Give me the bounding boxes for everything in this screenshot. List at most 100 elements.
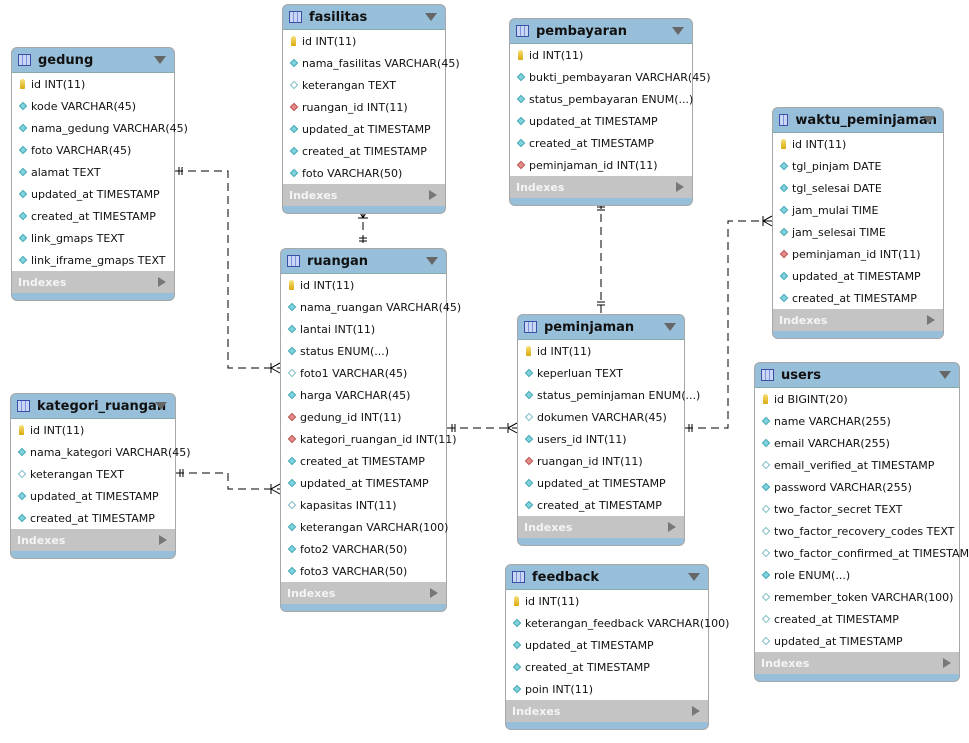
indexes-section[interactable]: Indexes xyxy=(510,176,692,198)
field-row[interactable]: id BIGINT(20) xyxy=(755,388,959,410)
table-kategori-ruangan[interactable]: kategori_ruangan id INT(11) nama_kategori … xyxy=(10,393,191,559)
field-row[interactable]: two_factor_confirmed_at TIMESTAMP xyxy=(755,542,969,564)
field-row[interactable]: two_factor_recovery_codes TEXT xyxy=(755,520,959,542)
table-header[interactable]: gedung xyxy=(12,48,174,72)
field-row[interactable]: link_iframe_gmaps TEXT xyxy=(12,249,174,271)
field-row[interactable]: email_verified_at TIMESTAMP xyxy=(755,454,959,476)
expand-arrow-icon[interactable] xyxy=(159,535,167,545)
field-row[interactable]: created_at TIMESTAMP xyxy=(11,507,175,529)
collapse-arrow-icon[interactable] xyxy=(155,402,167,410)
field-row[interactable]: gedung_id INT(11) xyxy=(281,406,446,428)
field-row[interactable]: updated_at TIMESTAMP xyxy=(506,634,708,656)
indexes-section[interactable]: Indexes xyxy=(283,184,445,206)
field-row[interactable]: id INT(11) xyxy=(11,419,175,441)
indexes-section[interactable]: Indexes xyxy=(11,529,175,551)
field-row[interactable]: created_at TIMESTAMP xyxy=(773,287,943,309)
expand-arrow-icon[interactable] xyxy=(692,706,700,716)
field-row[interactable]: keterangan_feedback VARCHAR(100) xyxy=(506,612,729,634)
field-row[interactable]: kapasitas INT(11) xyxy=(281,494,446,516)
table-gedung[interactable]: gedung id INT(11) kode VARCHAR(45) nama_ged… xyxy=(11,47,188,301)
field-row[interactable]: remember_token VARCHAR(100) xyxy=(755,586,959,608)
table-pembayaran[interactable]: pembayaran id INT(11) bukti_pembayaran VAR… xyxy=(509,18,711,206)
field-row[interactable]: nama_fasilitas VARCHAR(45) xyxy=(283,52,460,74)
field-row[interactable]: alamat TEXT xyxy=(12,161,174,183)
expand-arrow-icon[interactable] xyxy=(429,190,437,200)
table-feedback[interactable]: feedback id INT(11) keterangan_feedback VA… xyxy=(505,564,729,730)
field-row[interactable]: updated_at TIMESTAMP xyxy=(11,485,175,507)
field-row[interactable]: updated_at TIMESTAMP xyxy=(12,183,174,205)
collapse-arrow-icon[interactable] xyxy=(664,323,676,331)
field-row[interactable]: peminjaman_id INT(11) xyxy=(510,154,692,176)
expand-arrow-icon[interactable] xyxy=(158,277,166,287)
field-row[interactable]: keterangan TEXT xyxy=(11,463,175,485)
indexes-section[interactable]: Indexes xyxy=(281,582,446,604)
field-row[interactable]: peminjaman_id INT(11) xyxy=(773,243,943,265)
table-users[interactable]: users id BIGINT(20) name VARCHAR(255) email… xyxy=(754,362,969,682)
table-waktu-peminjaman[interactable]: waktu_peminjaman id INT(11) tgl_pinjam DAT… xyxy=(772,107,944,339)
field-row[interactable]: keperluan TEXT xyxy=(518,362,684,384)
field-row[interactable]: created_at TIMESTAMP xyxy=(12,205,174,227)
indexes-section[interactable]: Indexes xyxy=(12,271,174,293)
collapse-arrow-icon[interactable] xyxy=(688,573,700,581)
field-row[interactable]: jam_selesai TIME xyxy=(773,221,943,243)
table-header[interactable]: feedback xyxy=(506,565,708,589)
field-row[interactable]: tgl_selesai DATE xyxy=(773,177,943,199)
field-row[interactable]: updated_at TIMESTAMP xyxy=(283,118,445,140)
field-row[interactable]: foto3 VARCHAR(50) xyxy=(281,560,446,582)
field-row[interactable]: updated_at TIMESTAMP xyxy=(773,265,943,287)
field-row[interactable]: id INT(11) xyxy=(510,44,692,66)
collapse-arrow-icon[interactable] xyxy=(426,257,438,265)
table-header[interactable]: fasilitas xyxy=(283,5,445,29)
indexes-section[interactable]: Indexes xyxy=(755,652,959,674)
field-row[interactable]: jam_mulai TIME xyxy=(773,199,943,221)
field-row[interactable]: status ENUM(...) xyxy=(281,340,446,362)
field-row[interactable]: email VARCHAR(255) xyxy=(755,432,959,454)
field-row[interactable]: tgl_pinjam DATE xyxy=(773,155,943,177)
field-row[interactable]: name VARCHAR(255) xyxy=(755,410,959,432)
field-row[interactable]: role ENUM(...) xyxy=(755,564,959,586)
field-row[interactable]: dokumen VARCHAR(45) xyxy=(518,406,684,428)
expand-arrow-icon[interactable] xyxy=(430,588,438,598)
field-row[interactable]: id INT(11) xyxy=(518,340,684,362)
field-row[interactable]: bukti_pembayaran VARCHAR(45) xyxy=(510,66,711,88)
field-row[interactable]: nama_gedung VARCHAR(45) xyxy=(12,117,188,139)
field-row[interactable]: kategori_ruangan_id INT(11) xyxy=(281,428,457,450)
field-row[interactable]: keterangan TEXT xyxy=(283,74,445,96)
indexes-section[interactable]: Indexes xyxy=(773,309,943,331)
table-header[interactable]: users xyxy=(755,363,959,387)
collapse-arrow-icon[interactable] xyxy=(923,116,935,124)
collapse-arrow-icon[interactable] xyxy=(154,56,166,64)
table-header[interactable]: waktu_peminjaman xyxy=(773,108,943,132)
field-row[interactable]: ruangan_id INT(11) xyxy=(283,96,445,118)
indexes-section[interactable]: Indexes xyxy=(518,516,684,538)
field-row[interactable]: id INT(11) xyxy=(283,30,445,52)
field-row[interactable]: created_at TIMESTAMP xyxy=(506,656,708,678)
field-row[interactable]: created_at TIMESTAMP xyxy=(283,140,445,162)
field-row[interactable]: id INT(11) xyxy=(506,590,708,612)
field-row[interactable]: nama_ruangan VARCHAR(45) xyxy=(281,296,461,318)
collapse-arrow-icon[interactable] xyxy=(939,371,951,379)
table-ruangan[interactable]: ruangan id INT(11) nama_ruangan VARCHAR(45… xyxy=(280,248,461,612)
field-row[interactable]: foto2 VARCHAR(50) xyxy=(281,538,446,560)
field-row[interactable]: updated_at TIMESTAMP xyxy=(755,630,959,652)
collapse-arrow-icon[interactable] xyxy=(672,27,684,35)
expand-arrow-icon[interactable] xyxy=(668,522,676,532)
field-row[interactable]: nama_kategori VARCHAR(45) xyxy=(11,441,191,463)
field-row[interactable]: created_at TIMESTAMP xyxy=(281,450,446,472)
field-row[interactable]: updated_at TIMESTAMP xyxy=(510,110,692,132)
field-row[interactable]: created_at TIMESTAMP xyxy=(518,494,684,516)
table-header[interactable]: ruangan xyxy=(281,249,446,273)
field-row[interactable]: link_gmaps TEXT xyxy=(12,227,174,249)
field-row[interactable]: id INT(11) xyxy=(773,133,943,155)
field-row[interactable]: ruangan_id INT(11) xyxy=(518,450,684,472)
field-row[interactable]: updated_at TIMESTAMP xyxy=(281,472,446,494)
field-row[interactable]: kode VARCHAR(45) xyxy=(12,95,174,117)
field-row[interactable]: harga VARCHAR(45) xyxy=(281,384,446,406)
field-row[interactable]: id INT(11) xyxy=(281,274,446,296)
field-row[interactable]: keterangan VARCHAR(100) xyxy=(281,516,448,538)
field-row[interactable]: status_pembayaran ENUM(...) xyxy=(510,88,693,110)
expand-arrow-icon[interactable] xyxy=(943,658,951,668)
field-row[interactable]: id INT(11) xyxy=(12,73,174,95)
table-header[interactable]: pembayaran xyxy=(510,19,692,43)
field-row[interactable]: password VARCHAR(255) xyxy=(755,476,959,498)
